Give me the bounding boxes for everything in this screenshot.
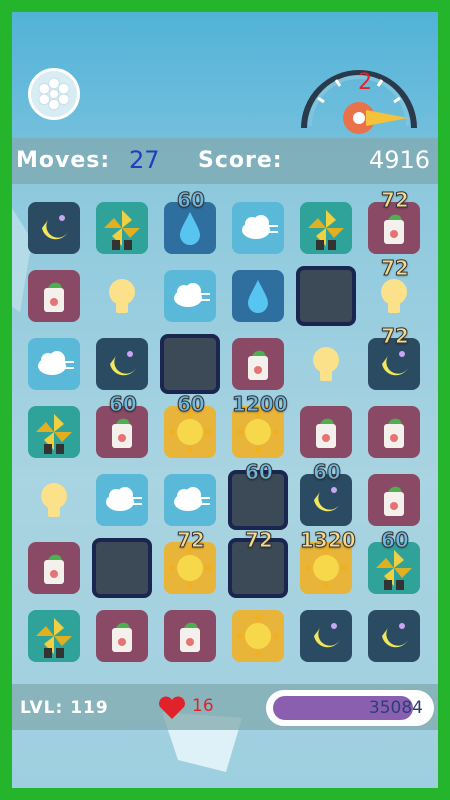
- tile-bulb[interactable]: [28, 474, 80, 526]
- moon-icon: [314, 623, 340, 648]
- tile-jar[interactable]: [368, 474, 420, 526]
- tile-cloud[interactable]: [164, 474, 216, 526]
- sun-icon: [237, 615, 279, 657]
- tile-jar[interactable]: [28, 542, 80, 594]
- jar-icon: [316, 418, 336, 448]
- tile-bulb[interactable]: [300, 338, 352, 390]
- cloud-icon: [38, 351, 74, 375]
- tile-moon[interactable]: [368, 610, 420, 662]
- floating-score: 1200: [232, 392, 289, 417]
- heart-icon: [159, 696, 185, 719]
- floating-score: 72: [245, 528, 274, 553]
- bulb-icon: [41, 483, 67, 517]
- tile-jar[interactable]: [96, 610, 148, 662]
- floating-score: 60: [109, 392, 138, 417]
- floating-score: 72: [381, 256, 410, 281]
- tile-cloud[interactable]: [232, 202, 284, 254]
- gauge-value: 2: [358, 70, 372, 95]
- game-stage: 2 Moves: 27 Score: 4916 60 72 72 72 60 60 1200…: [12, 12, 438, 788]
- floating-score: 60: [381, 528, 410, 553]
- tile-cloud[interactable]: [164, 270, 216, 322]
- jar-icon: [180, 622, 200, 652]
- tile-drop[interactable]: [232, 270, 284, 322]
- tile-bulb[interactable]: [96, 270, 148, 322]
- floating-score: 1320: [300, 528, 357, 553]
- moon-icon: [382, 623, 408, 648]
- floating-score: 60: [245, 460, 274, 485]
- floating-score: 60: [313, 460, 342, 485]
- pinwheel-icon: [36, 618, 72, 658]
- score-value: 4916: [368, 146, 430, 174]
- jar-icon: [384, 486, 404, 516]
- tile-moon[interactable]: [96, 338, 148, 390]
- jar-icon: [384, 418, 404, 448]
- tile-block[interactable]: [92, 538, 152, 598]
- score-label: Score:: [198, 148, 283, 173]
- score-progress-bar: 35084: [266, 690, 434, 726]
- tile-block[interactable]: [160, 334, 220, 394]
- floating-score: 72: [381, 188, 410, 213]
- status-bar: LVL: 119 16 35084: [12, 684, 438, 730]
- tile-jar[interactable]: [28, 270, 80, 322]
- moon-icon: [110, 351, 136, 376]
- floating-score: 72: [381, 324, 410, 349]
- flower-icon: [38, 77, 70, 111]
- floating-score: 60: [177, 392, 206, 417]
- floating-score: 60: [177, 188, 206, 213]
- tile-jar[interactable]: [164, 610, 216, 662]
- tile-jar[interactable]: [300, 406, 352, 458]
- stats-bar: Moves: 27 Score: 4916: [12, 138, 438, 184]
- jar-icon: [44, 282, 64, 312]
- game-board: 60 72 72 72 60 60 1200 60 60 72 72 1320 60: [12, 184, 438, 684]
- tile-pinwheel[interactable]: [96, 202, 148, 254]
- cloud-icon: [174, 487, 210, 511]
- jar-icon: [248, 350, 268, 380]
- floating-score: 72: [177, 528, 206, 553]
- pinwheel-icon: [308, 210, 344, 250]
- tile-jar[interactable]: [232, 338, 284, 390]
- tile-moon[interactable]: [300, 610, 352, 662]
- bulb-icon: [313, 347, 339, 381]
- pinwheel-icon: [36, 414, 72, 454]
- level-label: LVL: 119: [20, 698, 109, 718]
- bulb-icon: [109, 279, 135, 313]
- tile-cloud[interactable]: [96, 474, 148, 526]
- flower-menu-button[interactable]: [28, 68, 80, 120]
- pinwheel-icon: [104, 210, 140, 250]
- tile-jar[interactable]: [368, 406, 420, 458]
- lives-count: 16: [192, 696, 214, 716]
- tile-sun[interactable]: [232, 610, 284, 662]
- jar-icon: [112, 622, 132, 652]
- moon-icon: [42, 215, 68, 240]
- cloud-icon: [106, 487, 142, 511]
- tile-block[interactable]: [296, 266, 356, 326]
- tile-moon[interactable]: [28, 202, 80, 254]
- moves-value: 27: [129, 146, 160, 174]
- drop-icon: [248, 280, 268, 313]
- tile-pinwheel[interactable]: [300, 202, 352, 254]
- cloud-icon: [242, 215, 278, 239]
- target-score: 35084: [368, 698, 423, 718]
- moves-label: Moves:: [16, 148, 111, 173]
- tile-pinwheel[interactable]: [28, 406, 80, 458]
- cloud-icon: [174, 283, 210, 307]
- jar-icon: [44, 554, 64, 584]
- tile-pinwheel[interactable]: [28, 610, 80, 662]
- tile-cloud[interactable]: [28, 338, 80, 390]
